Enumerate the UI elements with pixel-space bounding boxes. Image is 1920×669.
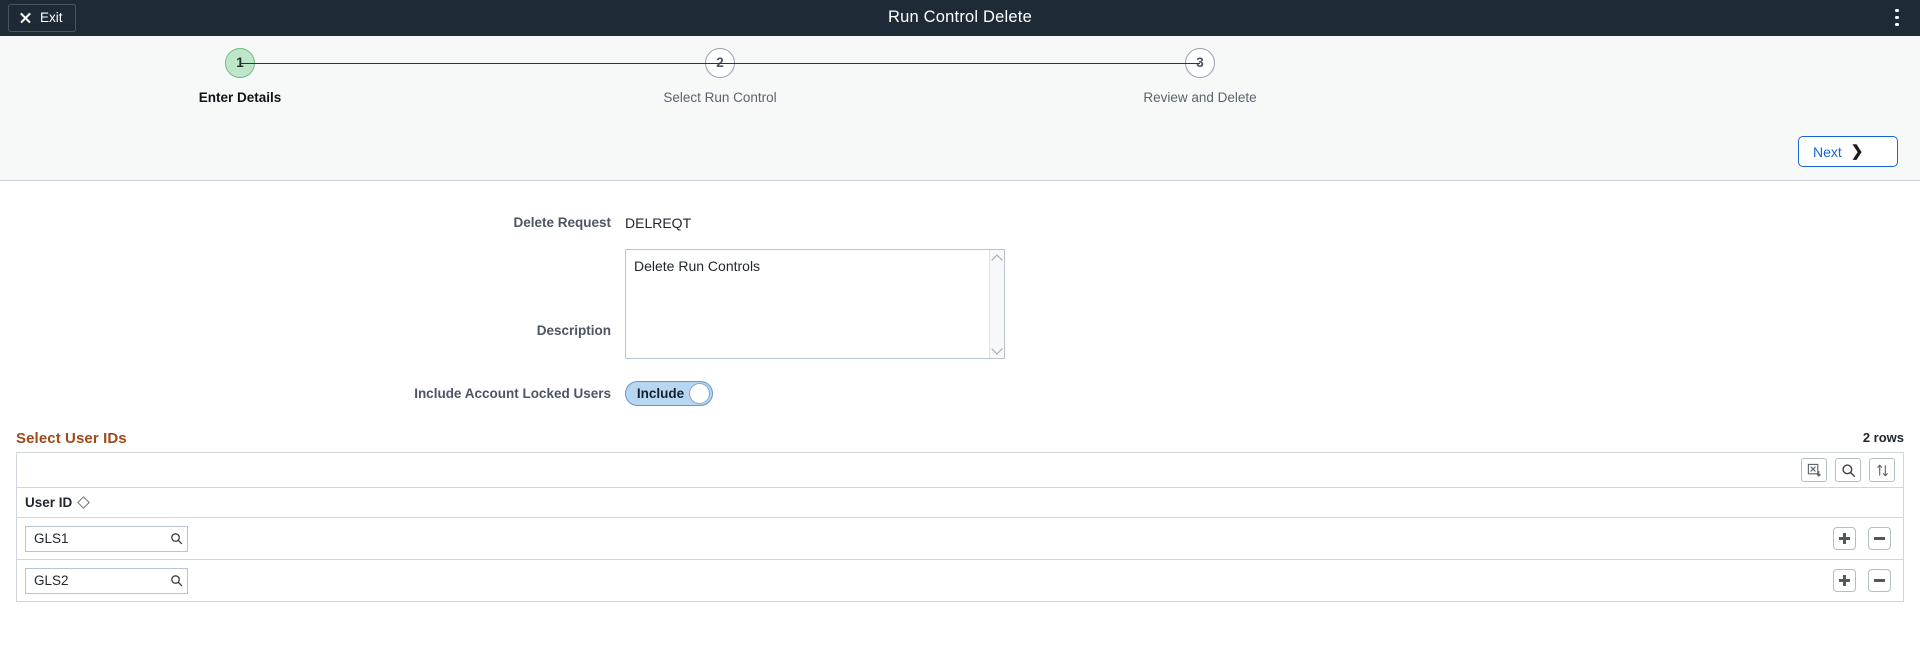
delete-request-value: DELREQT bbox=[625, 215, 692, 231]
grid-title: Select User IDs bbox=[16, 430, 127, 447]
wizard-step-3[interactable]: 3 Review and Delete bbox=[1080, 48, 1320, 105]
step-1-label: Enter Details bbox=[198, 90, 282, 105]
chevron-down-icon[interactable] bbox=[992, 346, 1002, 353]
chevron-right-icon: ❯ bbox=[1850, 143, 1864, 160]
include-locked-users-row: Include Account Locked Users Include bbox=[0, 359, 1920, 406]
select-user-ids-section: Select User IDs 2 rows User ID GLS1 GLS2 bbox=[0, 430, 1920, 602]
description-label: Description bbox=[536, 323, 611, 338]
grid-header: Select User IDs 2 rows bbox=[16, 430, 1904, 447]
chevron-up-icon[interactable] bbox=[992, 255, 1002, 262]
step-2-label: Select Run Control bbox=[663, 90, 777, 105]
description-textarea-wrapper bbox=[625, 249, 1005, 359]
app-header: Exit Run Control Delete bbox=[0, 0, 1920, 36]
plus-icon[interactable] bbox=[1833, 527, 1856, 550]
grid-row-count: 2 rows bbox=[1862, 430, 1904, 445]
wizard-step-2[interactable]: 2 Select Run Control bbox=[600, 48, 840, 105]
download-excel-icon[interactable] bbox=[1801, 458, 1827, 482]
toggle-knob bbox=[689, 383, 710, 404]
user-id-field-wrapper-1 bbox=[25, 525, 188, 552]
include-locked-users-label: Include Account Locked Users bbox=[414, 386, 611, 401]
column-header-user-id: User ID bbox=[25, 495, 73, 510]
sort-diamond-icon[interactable] bbox=[77, 496, 91, 509]
user-id-field-wrapper-2 bbox=[25, 567, 188, 594]
row-actions-1 bbox=[1833, 527, 1895, 550]
toggle-state-label: Include bbox=[636, 386, 685, 401]
plus-icon[interactable] bbox=[1833, 569, 1856, 592]
wizard-actions: Next ❯ bbox=[1798, 136, 1898, 167]
grid-toolbar bbox=[16, 452, 1904, 488]
table-row bbox=[16, 518, 1904, 560]
minus-icon[interactable] bbox=[1868, 527, 1891, 550]
include-locked-users-toggle[interactable]: Include bbox=[625, 381, 713, 406]
minus-icon[interactable] bbox=[1868, 569, 1891, 592]
description-field-row: Description bbox=[0, 231, 1920, 359]
delete-request-label: Delete Request bbox=[513, 215, 611, 230]
step-connector-1-2 bbox=[240, 63, 720, 65]
description-scrollbar[interactable] bbox=[989, 250, 1004, 358]
search-icon[interactable] bbox=[170, 574, 183, 587]
next-button-label: Next bbox=[1813, 143, 1842, 160]
wizard-step-1[interactable]: 1 Enter Details bbox=[120, 48, 360, 105]
search-icon[interactable] bbox=[170, 532, 183, 545]
delete-request-field-row: Delete Request DELREQT bbox=[0, 181, 1920, 231]
step-indicator: 1 Enter Details 2 Select Run Control 3 R… bbox=[0, 36, 1920, 126]
wizard-bar: 1 Enter Details 2 Select Run Control 3 R… bbox=[0, 36, 1920, 181]
user-id-input-2[interactable] bbox=[32, 572, 170, 589]
grid-column-header: User ID bbox=[16, 488, 1904, 518]
description-input[interactable] bbox=[626, 250, 989, 358]
page-title: Run Control Delete bbox=[888, 8, 1032, 26]
table-row bbox=[16, 560, 1904, 602]
exit-button-label: Exit bbox=[40, 10, 63, 25]
main-content: Delete Request DELREQT Description Inclu… bbox=[0, 181, 1920, 602]
next-button[interactable]: Next ❯ bbox=[1798, 136, 1898, 167]
step-connector-2-3 bbox=[720, 63, 1200, 65]
sort-updown-icon[interactable] bbox=[1869, 458, 1895, 482]
row-actions-2 bbox=[1833, 569, 1895, 592]
user-id-input-1[interactable] bbox=[32, 530, 170, 547]
search-icon[interactable] bbox=[1835, 458, 1861, 482]
close-x-icon bbox=[19, 11, 32, 24]
exit-button[interactable]: Exit bbox=[8, 3, 76, 32]
kebab-menu-icon[interactable] bbox=[1886, 5, 1908, 31]
step-3-label: Review and Delete bbox=[1143, 90, 1257, 105]
